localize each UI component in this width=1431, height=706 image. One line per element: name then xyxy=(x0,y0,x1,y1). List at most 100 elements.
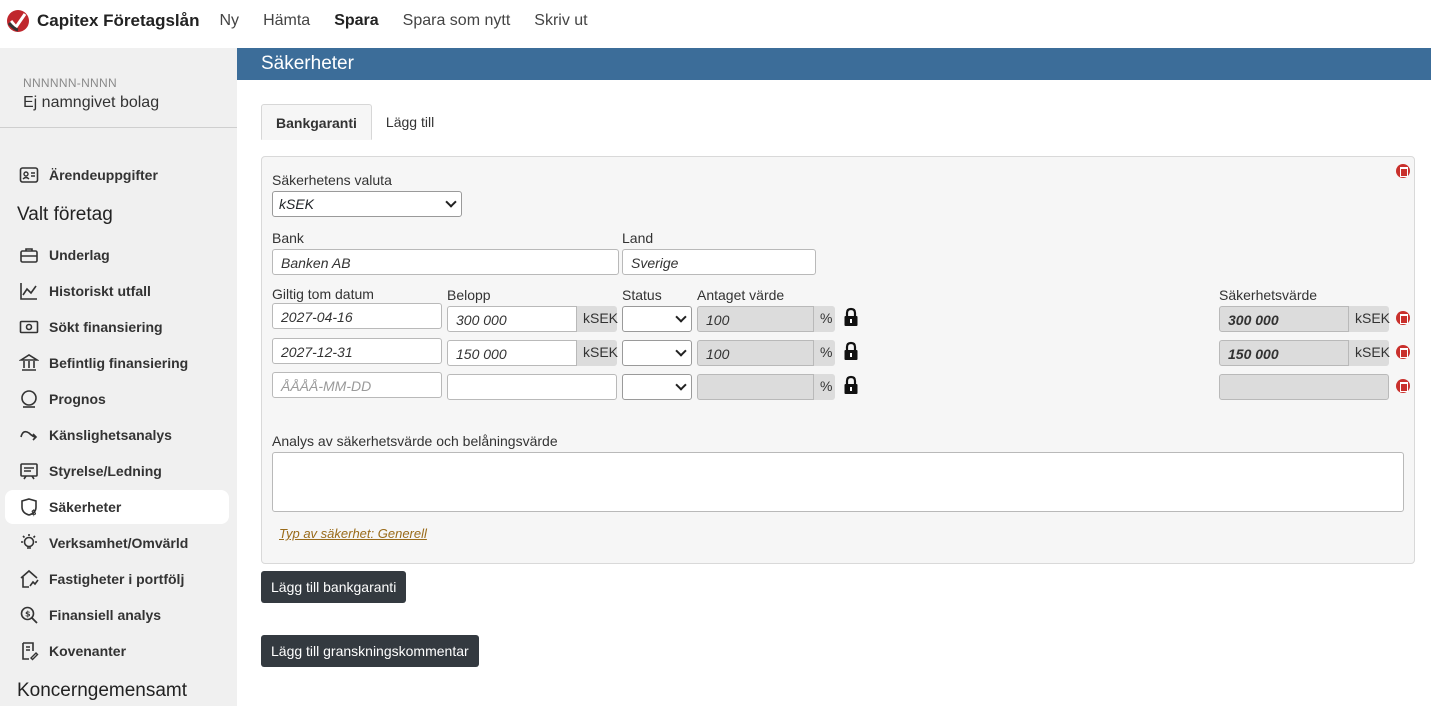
arrow-flow-icon xyxy=(20,430,38,441)
bank-label: Bank xyxy=(272,230,304,246)
analysis-textarea[interactable] xyxy=(272,452,1404,512)
sidebar-heading-valt-foretag: Valt företag xyxy=(17,204,113,225)
sidebar-item-styrelse-ledning[interactable]: Styrelse/Ledning xyxy=(5,454,229,488)
tab-lagg-till[interactable]: Lägg till xyxy=(372,104,448,140)
top-navbar: Capitex Företagslån Ny Hämta Spara Spara… xyxy=(0,0,1431,42)
sidebar-item-sakerheter[interactable]: $ Säkerheter xyxy=(5,490,229,524)
assumed-value-input[interactable]: 100 xyxy=(697,306,814,332)
lightbulb-icon xyxy=(21,534,37,549)
land-input[interactable]: Sverige xyxy=(622,249,816,275)
magnifier-dollar-icon: $ xyxy=(20,606,38,624)
sidebar-item-label: Ärendeuppgifter xyxy=(49,167,158,183)
analysis-label: Analys av säkerhetsvärde och belåningsvä… xyxy=(272,433,558,449)
line-chart-icon xyxy=(20,283,37,300)
sidebar-item-label: Kovenanter xyxy=(49,643,127,659)
amount-input[interactable]: 300 000 xyxy=(447,306,577,332)
bank-input[interactable]: Banken AB xyxy=(272,249,619,275)
company-info: NNNNNN-NNNN Ej namngivet bolag xyxy=(0,48,237,128)
nav-hamta[interactable]: Hämta xyxy=(263,12,310,30)
amount-input[interactable] xyxy=(447,374,617,400)
sidebar-item-finansiell-analys[interactable]: $ Finansiell analys xyxy=(5,598,229,632)
sidebar-item-label: Prognos xyxy=(49,391,106,407)
add-bank-guarantee-button[interactable]: Lägg till bankgaranti xyxy=(261,571,407,603)
add-review-comment-button[interactable]: Lägg till granskningskommentar xyxy=(261,635,479,667)
lock-icon[interactable] xyxy=(843,341,859,361)
sidebar: NNNNNN-NNNN Ej namngivet bolag Ärendeupp… xyxy=(0,48,237,706)
amount-input[interactable]: 150 000 xyxy=(447,340,577,366)
crystal-ball-icon xyxy=(21,390,37,408)
sidebar-item-label: Verksamhet/Omvärld xyxy=(49,535,189,551)
status-select[interactable] xyxy=(622,306,692,332)
shield-dollar-icon: $ xyxy=(21,498,37,517)
delete-row-icon[interactable] xyxy=(1396,379,1410,393)
status-select[interactable] xyxy=(622,374,692,400)
col-status-label: Status xyxy=(622,287,662,303)
sidebar-item-kovenanter[interactable]: Kovenanter xyxy=(5,634,229,668)
lock-icon[interactable] xyxy=(843,375,859,395)
percent-unit: % xyxy=(814,374,835,400)
sidebar-item-label: Befintlig finansiering xyxy=(49,355,189,371)
chevron-down-icon xyxy=(675,345,687,357)
company-name: Ej namngivet bolag xyxy=(23,94,160,111)
amount-unit: kSEK xyxy=(577,340,618,366)
house-chart-icon xyxy=(20,569,39,588)
capitex-logo-icon xyxy=(7,10,29,32)
sidebar-item-befintlig-finansiering[interactable]: Befintlig finansiering xyxy=(5,346,229,380)
currency-select[interactable]: kSEK xyxy=(272,191,462,217)
sidebar-item-arendeuppgifter[interactable]: Ärendeuppgifter xyxy=(5,158,229,192)
percent-unit: % xyxy=(814,340,835,366)
company-id: NNNNNN-NNNN xyxy=(23,76,117,90)
sidebar-item-historiskt-utfall[interactable]: Historiskt utfall xyxy=(5,274,229,308)
id-card-icon xyxy=(19,167,39,183)
brand[interactable]: Capitex Företagslån xyxy=(6,9,200,33)
security-unit: kSEK xyxy=(1349,340,1390,366)
delete-card-icon[interactable] xyxy=(1396,164,1410,178)
security-value-input[interactable] xyxy=(1219,374,1389,400)
percent-unit: % xyxy=(814,306,835,332)
sidebar-item-verksamhet-omvarld[interactable]: Verksamhet/Omvärld xyxy=(5,526,229,560)
sidebar-item-fastigheter[interactable]: Fastigheter i portfölj xyxy=(5,562,229,596)
bank-icon xyxy=(19,354,39,371)
sidebar-heading-koncerngemensamt: Koncerngemensamt xyxy=(17,680,188,701)
status-select[interactable] xyxy=(622,340,692,366)
tab-bar: Bankgaranti Lägg till xyxy=(261,104,448,140)
briefcase-icon xyxy=(20,248,38,263)
date-input[interactable]: ÅÅÅÅ-MM-DD xyxy=(272,372,442,398)
col-amount-label: Belopp xyxy=(447,287,491,303)
date-input[interactable]: 2027-12-31 xyxy=(272,338,442,364)
sidebar-item-label: Sökt finansiering xyxy=(49,319,163,335)
bank-guarantee-card: Säkerhetens valuta kSEK Bank Banken AB L… xyxy=(261,156,1415,564)
security-type-link[interactable]: Typ av säkerhet: Generell xyxy=(279,526,427,541)
sidebar-item-label: Finansiell analys xyxy=(49,607,162,623)
sidebar-item-label: Styrelse/Ledning xyxy=(49,463,162,479)
sidebar-item-prognos[interactable]: Prognos xyxy=(5,382,229,416)
nav-spara[interactable]: Spara xyxy=(334,12,378,30)
nav-spara-som-nytt[interactable]: Spara som nytt xyxy=(403,12,511,30)
assumed-value-input[interactable] xyxy=(697,374,814,400)
brand-name: Capitex Företagslån xyxy=(37,11,200,30)
col-security-label: Säkerhetsvärde xyxy=(1219,287,1318,303)
currency-select-value: kSEK xyxy=(279,196,315,212)
nav-skriv-ut[interactable]: Skriv ut xyxy=(534,12,587,30)
money-icon xyxy=(19,320,39,334)
board-icon xyxy=(20,463,38,480)
security-value-input[interactable]: 150 000 xyxy=(1219,340,1349,366)
svg-text:$: $ xyxy=(25,610,31,619)
nav-ny[interactable]: Ny xyxy=(220,12,240,30)
date-input[interactable]: 2027-04-16 xyxy=(272,303,442,329)
lock-icon[interactable] xyxy=(843,307,859,327)
delete-row-icon[interactable] xyxy=(1396,311,1410,325)
sidebar-item-kanslighetsanalys[interactable]: Känslighetsanalys xyxy=(5,418,229,452)
security-value-input[interactable]: 300 000 xyxy=(1219,306,1349,332)
sidebar-item-underlag[interactable]: Underlag xyxy=(5,238,229,272)
contract-icon xyxy=(22,642,39,661)
delete-row-icon[interactable] xyxy=(1396,345,1410,359)
chevron-down-icon xyxy=(445,196,457,208)
chevron-down-icon xyxy=(675,311,687,323)
sidebar-item-sokt-finansiering[interactable]: Sökt finansiering xyxy=(5,310,229,344)
col-date-label: Giltig tom datum xyxy=(272,286,374,302)
assumed-value-input[interactable]: 100 xyxy=(697,340,814,366)
sidebar-item-label: Historiskt utfall xyxy=(49,283,151,299)
tab-bankgaranti[interactable]: Bankgaranti xyxy=(261,104,372,140)
col-assumed-label: Antaget värde xyxy=(697,287,785,303)
